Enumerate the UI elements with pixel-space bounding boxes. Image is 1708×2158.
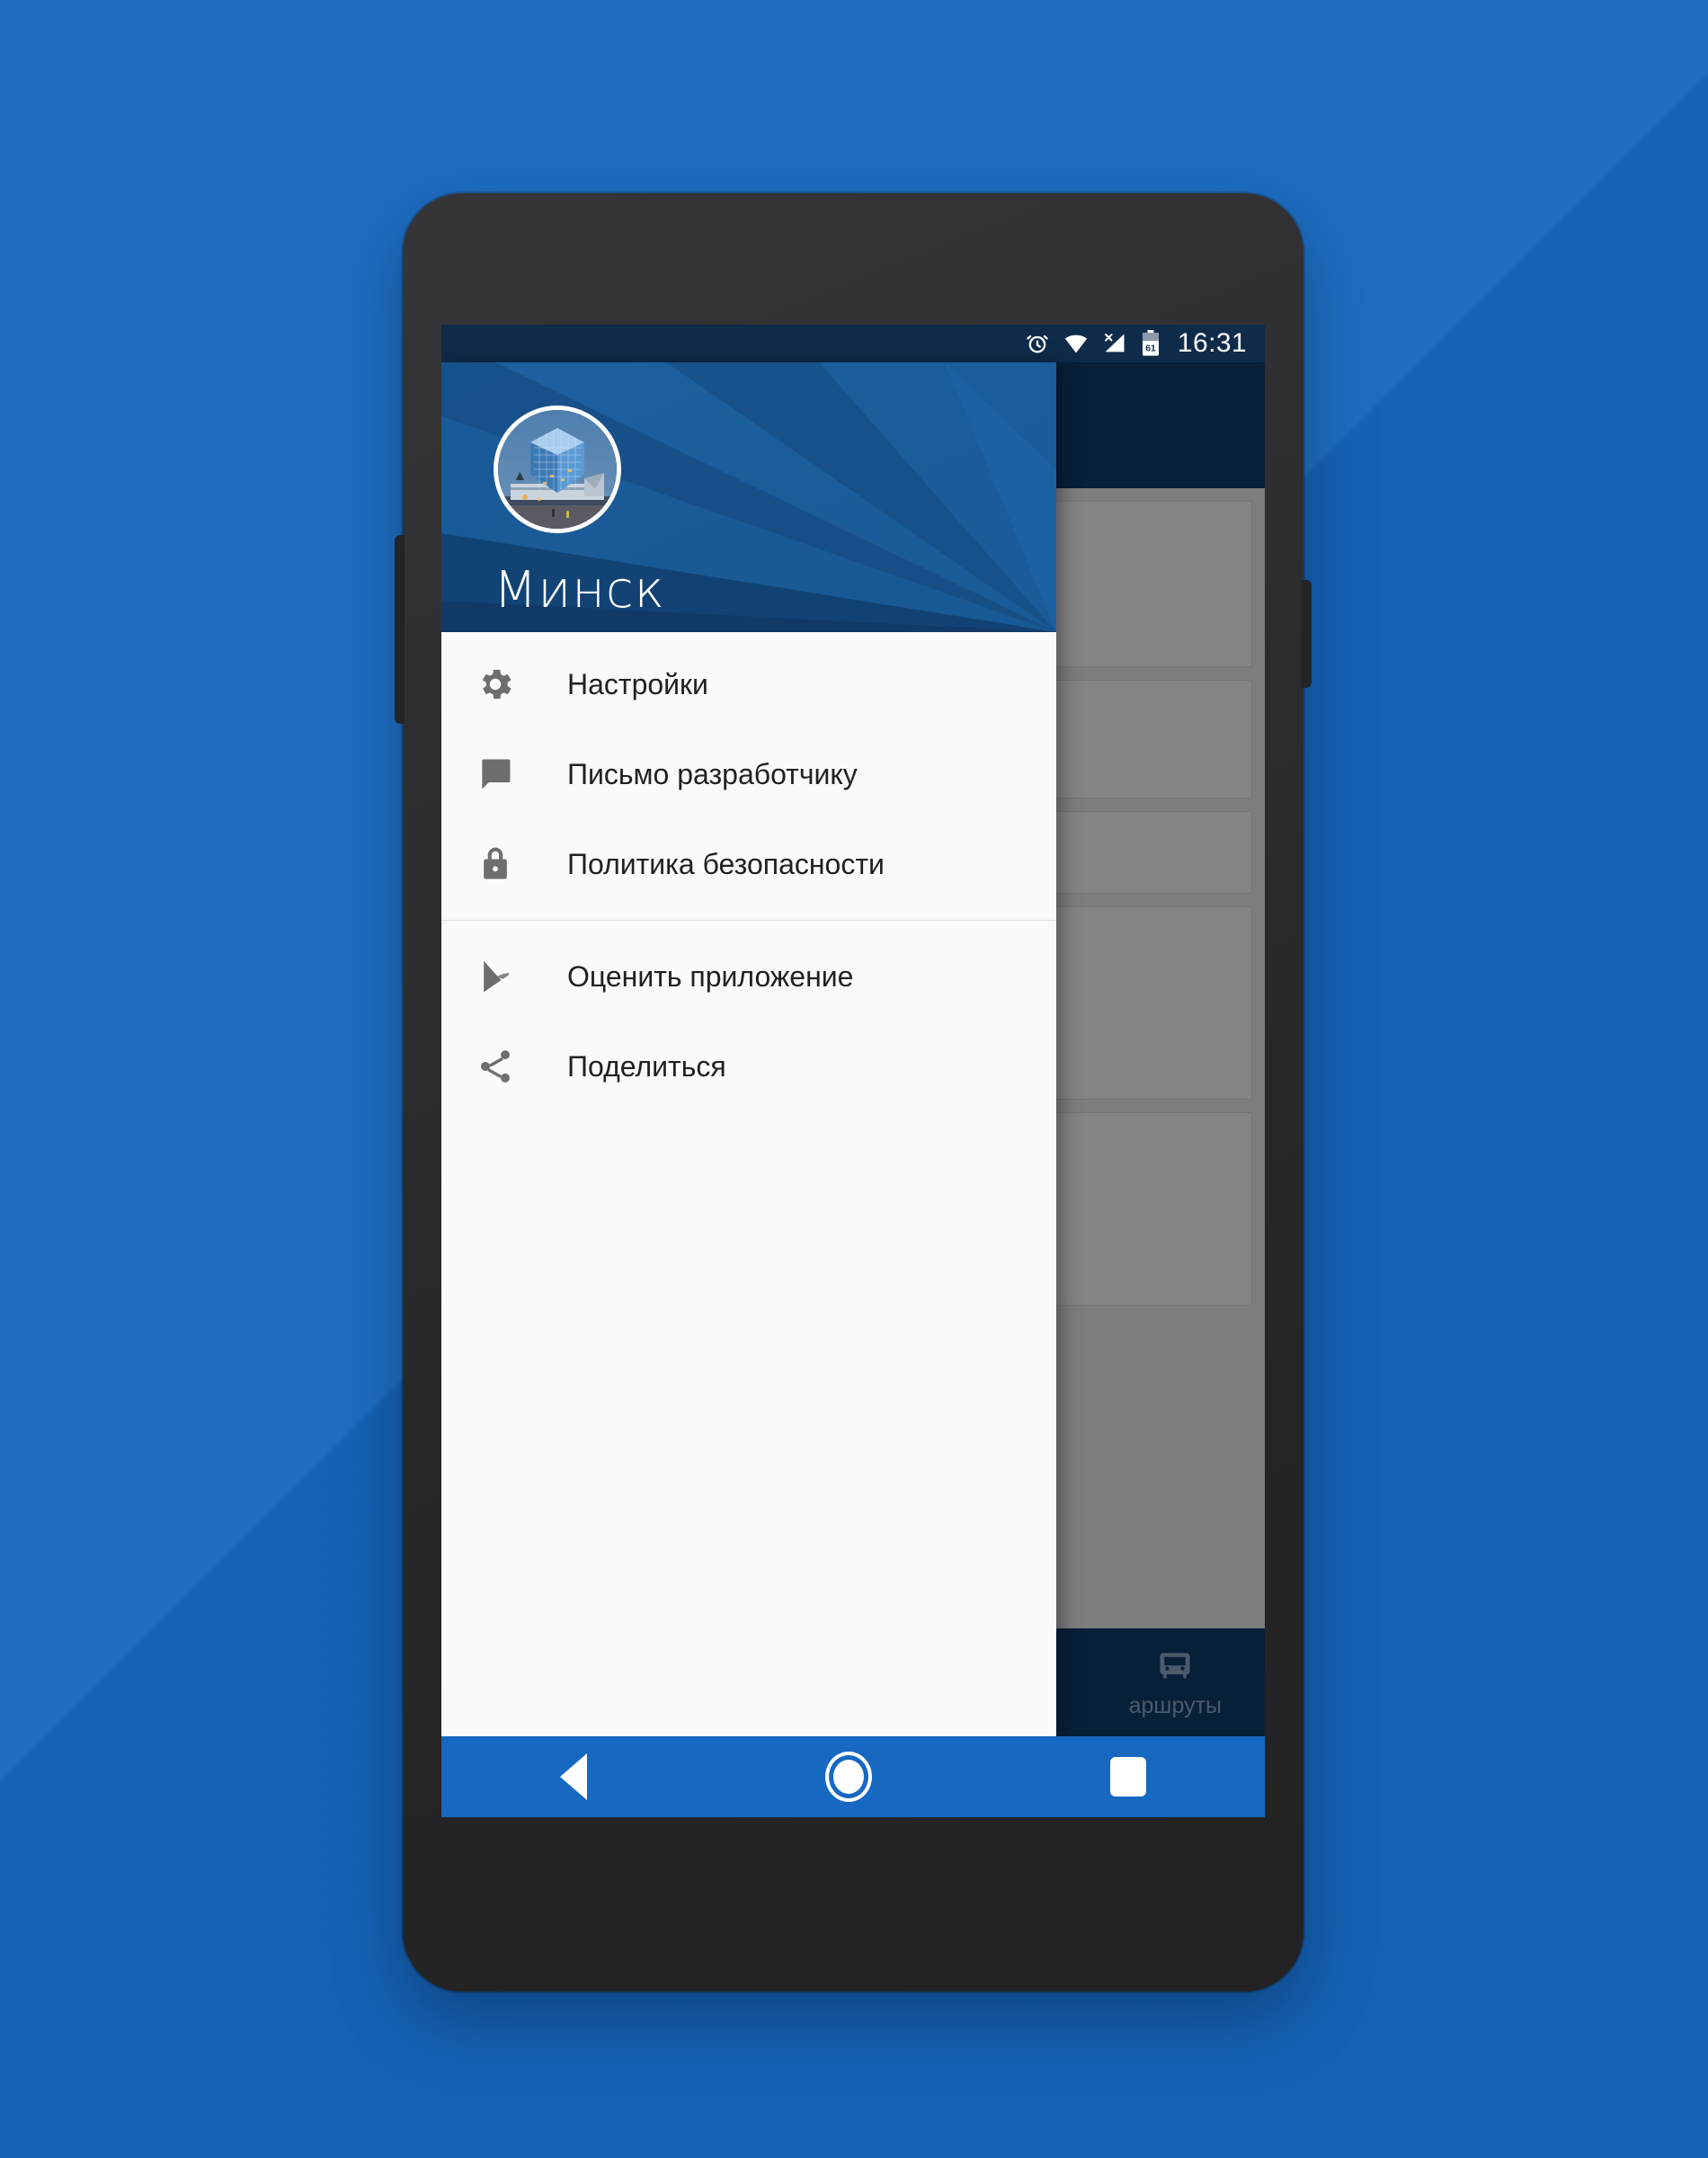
page-background: 61 16:31 Мои [0, 0, 1708, 2158]
battery-icon: 61 [1140, 330, 1161, 357]
home-circle-icon[interactable] [824, 1752, 872, 1802]
system-navigation-bar [441, 1736, 1265, 1817]
alarm-icon [1025, 331, 1050, 356]
play-store-icon [476, 957, 529, 996]
drawer-item-rate-app[interactable]: Оценить приложение [441, 932, 1056, 1021]
drawer-menu: Настройки Письмо разработчику Политика б… [441, 632, 1056, 1111]
drawer-item-rate-app-label: Оценить приложение [567, 959, 854, 993]
drawer-item-settings-label: Настройки [567, 667, 708, 700]
gear-icon [476, 664, 529, 704]
lock-icon [476, 844, 529, 884]
svg-text:61: 61 [1145, 344, 1156, 354]
status-bar-clock: 16:31 [1177, 328, 1247, 358]
drawer-divider [441, 920, 1056, 921]
avatar[interactable] [494, 406, 621, 533]
phone-screen: 61 16:31 Мои [441, 325, 1265, 1817]
drawer-item-share[interactable]: Поделиться [441, 1021, 1056, 1111]
drawer-item-privacy-policy-label: Политика безопасности [567, 847, 885, 880]
drawer-item-feedback-label: Письмо разработчику [567, 757, 858, 790]
volume-button[interactable] [395, 535, 405, 724]
drawer-header: Минск [441, 362, 1056, 632]
drawer-item-feedback[interactable]: Письмо разработчику [441, 729, 1056, 819]
cellular-no-signal-icon [1102, 331, 1127, 356]
recents-square-icon[interactable] [1109, 1757, 1146, 1797]
wifi-icon [1063, 331, 1090, 356]
feedback-icon [476, 754, 529, 794]
share-icon [476, 1047, 529, 1086]
back-triangle-icon[interactable] [560, 1753, 588, 1800]
drawer-item-settings[interactable]: Настройки [441, 639, 1056, 729]
navigation-drawer: Минск Настройки Письмо разработчику Поли… [441, 362, 1056, 1736]
phone-device: 61 16:31 Мои [395, 193, 1312, 1992]
status-bar: 61 16:31 [441, 325, 1265, 362]
power-button[interactable] [1302, 580, 1312, 688]
drawer-city-title: Минск [494, 561, 665, 620]
drawer-item-share-label: Поделиться [567, 1049, 726, 1083]
national-library-of-belarus-photo [498, 410, 617, 529]
drawer-item-privacy-policy[interactable]: Политика безопасности [441, 819, 1056, 909]
